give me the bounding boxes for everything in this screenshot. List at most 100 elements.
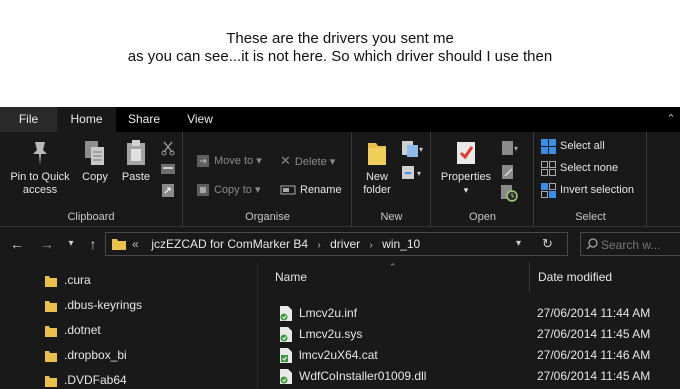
select-none-icon [541,160,556,176]
new-folder-label-1: New [365,171,388,183]
back-arrow-icon[interactable]: ← [8,235,26,253]
select-group: Select all Select none Invert selection … [535,132,647,227]
breadcrumb-overflow[interactable]: « [132,237,139,251]
up-arrow-icon[interactable]: ↑ [84,235,102,253]
nav-item-cura[interactable]: .cura [44,270,91,290]
invert-selection-icon [541,182,556,198]
copy-to-button[interactable]: Copy to ▾ [196,181,261,199]
file-explorer-window: File Home Share View ⌃ Pin to Quick acce… [0,107,680,389]
paste-button[interactable]: Paste [118,138,154,184]
address-dropdown-icon[interactable]: ▾ [516,233,521,255]
select-all-label: Select all [560,140,605,152]
breadcrumb-item-driver[interactable]: driver [330,237,360,251]
ribbon-tab-bar: File Home Share View ⌃ [0,107,680,132]
breadcrumb-separator-icon[interactable]: › [317,240,320,251]
copy-button[interactable]: Copy [78,138,112,184]
svg-text:▾: ▾ [417,169,421,178]
select-all-icon [541,138,556,154]
nav-item-label: .dbus-keyrings [64,298,143,312]
svg-text:▾: ▾ [419,145,423,154]
address-bar[interactable]: « jczEZCAD for ComMarker B4 › driver › w… [105,232,568,256]
open-group: Properties ▾ ▾ Open [432,132,534,227]
sys-file-icon [280,327,292,342]
invert-selection-label: Invert selection [560,184,634,196]
nav-item-dbus-keyrings[interactable]: .dbus-keyrings [44,295,142,315]
paste-shortcut-icon[interactable] [160,182,176,201]
copy-icon [85,141,104,165]
copy-to-label: Copy to [214,184,252,196]
file-list: ⌃ Name Date modified Lmcv2u.inf 27/06/20… [259,262,680,389]
column-header-name[interactable]: Name [267,262,529,292]
breadcrumb-item-win10[interactable]: win_10 [382,237,420,251]
svg-text:▾: ▾ [514,144,518,153]
select-all-button[interactable]: Select all [541,137,605,155]
tab-share[interactable]: Share [116,107,172,132]
move-to-label: Move to [214,155,254,167]
nav-item-dropbox-bi[interactable]: .dropbox_bi [44,345,127,365]
rename-button[interactable]: Rename [280,181,342,199]
file-row[interactable]: WdfCoInstaller01009.dll 27/06/2014 11:45… [259,366,680,387]
cut-icon[interactable] [160,140,176,159]
search-box[interactable] [580,232,680,256]
pin-label-2: access [22,184,58,196]
delete-dropdown-icon: ▾ [329,156,336,168]
properties-icon [457,142,475,164]
refresh-icon[interactable]: ↻ [542,233,553,255]
paste-icon [127,140,145,165]
cat-file-icon [280,348,292,363]
copy-path-icon[interactable] [160,162,176,179]
recent-locations-chevron-icon[interactable]: ▾ [64,235,78,253]
select-group-label: Select [575,211,606,223]
tab-view[interactable]: View [172,107,228,132]
inf-file-icon [280,306,292,321]
folder-icon [112,239,126,250]
nav-item-label: .DVDFab64 [64,373,127,387]
tab-file[interactable]: File [0,107,57,132]
copy-to-icon [197,184,209,197]
move-to-button[interactable]: Move to ▾ [196,152,262,170]
paste-label: Paste [121,171,151,183]
delete-button[interactable]: ✕ Delete ▾ [280,152,335,170]
folder-icon [45,325,57,337]
file-date: 27/06/2014 11:45 AM [537,369,651,383]
pane-splitter[interactable] [257,262,258,389]
search-input[interactable] [601,236,680,253]
easy-access-icon[interactable]: ▾ [401,164,423,185]
nav-item-dvdfab64[interactable]: .DVDFab64 [44,370,127,389]
file-row[interactable]: lmcv2uX64.cat 27/06/2014 11:46 AM [259,345,680,366]
collapse-ribbon-icon[interactable]: ⌃ [662,107,680,132]
new-folder-button[interactable]: New folder [357,138,397,197]
file-date: 27/06/2014 11:45 AM [537,327,651,341]
tab-home[interactable]: Home [57,107,116,132]
folder-icon [45,300,57,312]
organise-group: Move to ▾ Copy to ▾ ✕ Delete ▾ Rename Org… [184,132,352,227]
history-icon[interactable] [500,184,518,205]
file-row[interactable]: Lmcv2u.sys 27/06/2014 11:45 AM [259,324,680,345]
forward-arrow-icon[interactable]: → [38,235,56,253]
pin-to-quick-access-button[interactable]: Pin to Quick access [4,138,76,197]
file-name: Lmcv2u.inf [299,306,358,320]
clipboard-group: Pin to Quick access Copy Paste Clipboard [0,132,183,227]
breadcrumb-item-jczezcad[interactable]: jczEZCAD for ComMarker B4 [151,237,308,251]
file-name: WdfCoInstaller01009.dll [299,369,427,383]
select-none-label: Select none [560,162,619,174]
column-header-date-modified[interactable]: Date modified [529,262,680,292]
open-icon[interactable]: ▾ [500,140,520,159]
file-row[interactable]: Lmcv2u.inf 27/06/2014 11:44 AM [259,303,680,324]
new-group-label: New [380,211,403,223]
nav-item-dotnet[interactable]: .dotnet [44,320,101,340]
properties-button[interactable]: Properties ▾ [438,138,494,197]
new-folder-icon [368,143,386,165]
move-to-dropdown-icon: ▾ [256,155,262,167]
delete-icon: ✕ [280,153,291,168]
select-none-button[interactable]: Select none [541,159,618,177]
breadcrumb-separator-icon[interactable]: › [369,240,372,251]
properties-label: Properties [440,171,492,183]
nav-item-label: .cura [64,273,91,287]
edit-icon[interactable] [500,164,516,183]
nav-item-label: .dropbox_bi [64,348,127,362]
caption-line-2: as you can see...it is not here. So whic… [127,48,553,65]
navigation-bar: ← → ▾ ↑ « jczEZCAD for ComMarker B4 › dr… [0,228,680,261]
invert-selection-button[interactable]: Invert selection [541,181,634,199]
new-item-icon[interactable]: ▾ [401,140,423,161]
